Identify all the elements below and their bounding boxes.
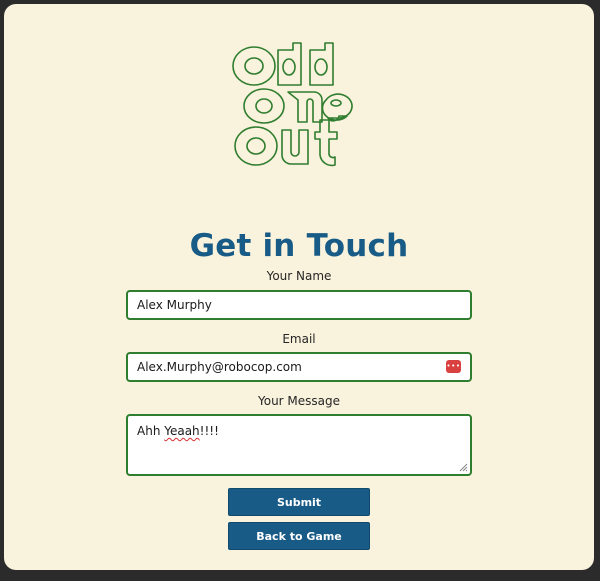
name-field[interactable]: Alex Murphy	[126, 290, 472, 320]
page: Get in Touch Your Name Alex Murphy Email…	[4, 4, 594, 570]
misspelled-word: Yeaah	[164, 424, 200, 438]
message-label: Your Message	[257, 394, 341, 408]
back-to-game-button[interactable]: Back to Game	[228, 522, 370, 550]
page-title: Get in Touch	[189, 228, 409, 264]
odd-one-out-logo	[232, 42, 353, 167]
message-textarea[interactable]: Ahh Yeaah!!!!	[126, 414, 472, 476]
name-label: Your Name	[266, 269, 332, 283]
email-label: Email	[282, 332, 316, 346]
email-field[interactable]: Alex.Murphy@robocop.com •••	[126, 352, 472, 382]
submit-button[interactable]: Submit	[228, 488, 370, 516]
password-manager-icon[interactable]: •••	[446, 360, 461, 373]
name-value: Alex Murphy	[137, 298, 212, 312]
message-text: Ahh Yeaah!!!!	[137, 424, 219, 438]
resize-grip-icon[interactable]	[459, 463, 468, 472]
email-value: Alex.Murphy@robocop.com	[137, 360, 302, 374]
